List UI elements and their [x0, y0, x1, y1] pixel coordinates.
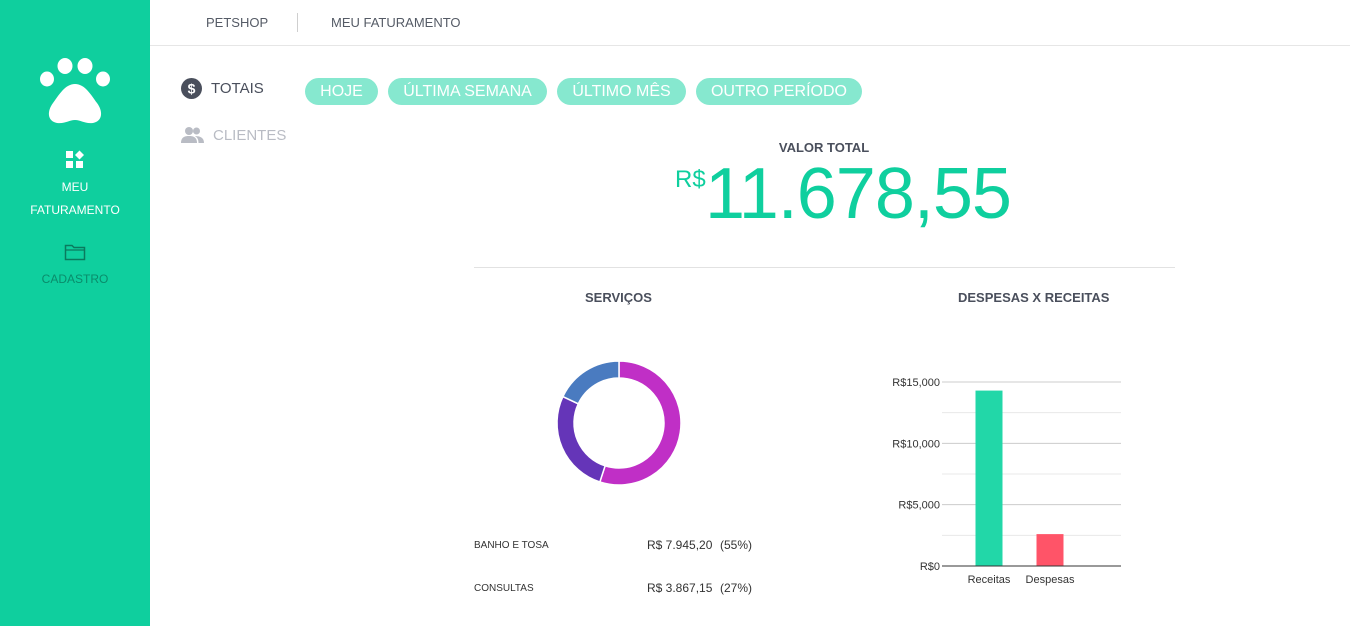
- sidebar-item-label: MEU: [61, 180, 89, 194]
- nav-clientes[interactable]: CLIENTES: [181, 126, 286, 144]
- users-icon: [181, 127, 204, 143]
- y-tick-label: R$5,000: [898, 500, 940, 512]
- service-name: BANHO E TOSA: [474, 540, 549, 551]
- nav-totais[interactable]: $ TOTAIS: [181, 78, 264, 99]
- despesas-receitas-bar-chart: R$0 R$5,000 R$10,000 R$15,000 Receitas Despes…: [892, 377, 1121, 586]
- total-value: 11.678,55: [705, 154, 1012, 234]
- filter-hoje-button[interactable]: HOJE: [305, 78, 378, 105]
- bar-despesas: [1036, 534, 1064, 566]
- service-value: R$ 3.867,15: [647, 581, 713, 595]
- bar-receitas: [975, 390, 1003, 566]
- x-tick-label: Receitas: [968, 574, 1011, 586]
- paw-logo-icon: [40, 58, 110, 124]
- dashboard-icon: [66, 150, 84, 168]
- breadcrumb-meu-faturamento[interactable]: MEU FATURAMENTO: [331, 15, 461, 30]
- servicos-title: SERVIÇOS: [585, 290, 652, 305]
- sidebar-item-meu-faturamento[interactable]: MEU FATURAMENTO: [0, 150, 150, 222]
- donut-slice: [598, 360, 682, 486]
- sidebar-item-label: CADASTRO: [41, 272, 109, 286]
- service-percent: (27%): [720, 581, 753, 595]
- dollar-circle-icon: $: [181, 78, 202, 99]
- filter-outro-periodo-button[interactable]: OUTRO PERÍODO: [696, 78, 862, 105]
- top-breadcrumb-bar: PETSHOP MEU FATURAMENTO: [150, 0, 1350, 46]
- y-tick-label: R$15,000: [892, 377, 940, 389]
- filter-ultimo-mes-button[interactable]: ÚLTIMO MÊS: [557, 78, 686, 105]
- sidebar-item-label: FATURAMENTO: [30, 203, 120, 217]
- list-item: CONSULTAS R$ 3.867,15 (27%): [474, 581, 774, 597]
- despesas-receitas-title: DESPESAS X RECEITAS: [958, 290, 1110, 305]
- total-currency: R$: [675, 166, 706, 193]
- breadcrumb-petshop[interactable]: PETSHOP: [206, 15, 268, 30]
- folder-icon: [64, 244, 86, 261]
- servicos-donut-chart: [556, 360, 682, 486]
- svg-text:$: $: [188, 81, 196, 97]
- y-tick-label: R$0: [920, 561, 940, 573]
- donut-slice: [556, 395, 607, 483]
- service-percent: (55%): [720, 538, 753, 552]
- y-tick-label: R$10,000: [892, 438, 940, 450]
- service-name: CONSULTAS: [474, 583, 534, 594]
- total-label: VALOR TOTAL: [778, 140, 870, 155]
- nav-clientes-label: CLIENTES: [213, 126, 287, 144]
- donut-slice: [561, 360, 620, 405]
- filter-ultima-semana-button[interactable]: ÚLTIMA SEMANA: [388, 78, 547, 105]
- service-value: R$ 7.945,20: [647, 538, 713, 552]
- x-tick-label: Despesas: [1026, 574, 1075, 586]
- list-item: BANHO E TOSA R$ 7.945,20 (55%): [474, 538, 774, 554]
- breadcrumb-separator: [297, 13, 298, 32]
- sidebar: MEU FATURAMENTO CADASTRO: [0, 0, 150, 626]
- divider: [474, 267, 1175, 268]
- nav-totais-label: TOTAIS: [211, 80, 264, 97]
- sidebar-item-cadastro[interactable]: CADASTRO: [0, 243, 150, 291]
